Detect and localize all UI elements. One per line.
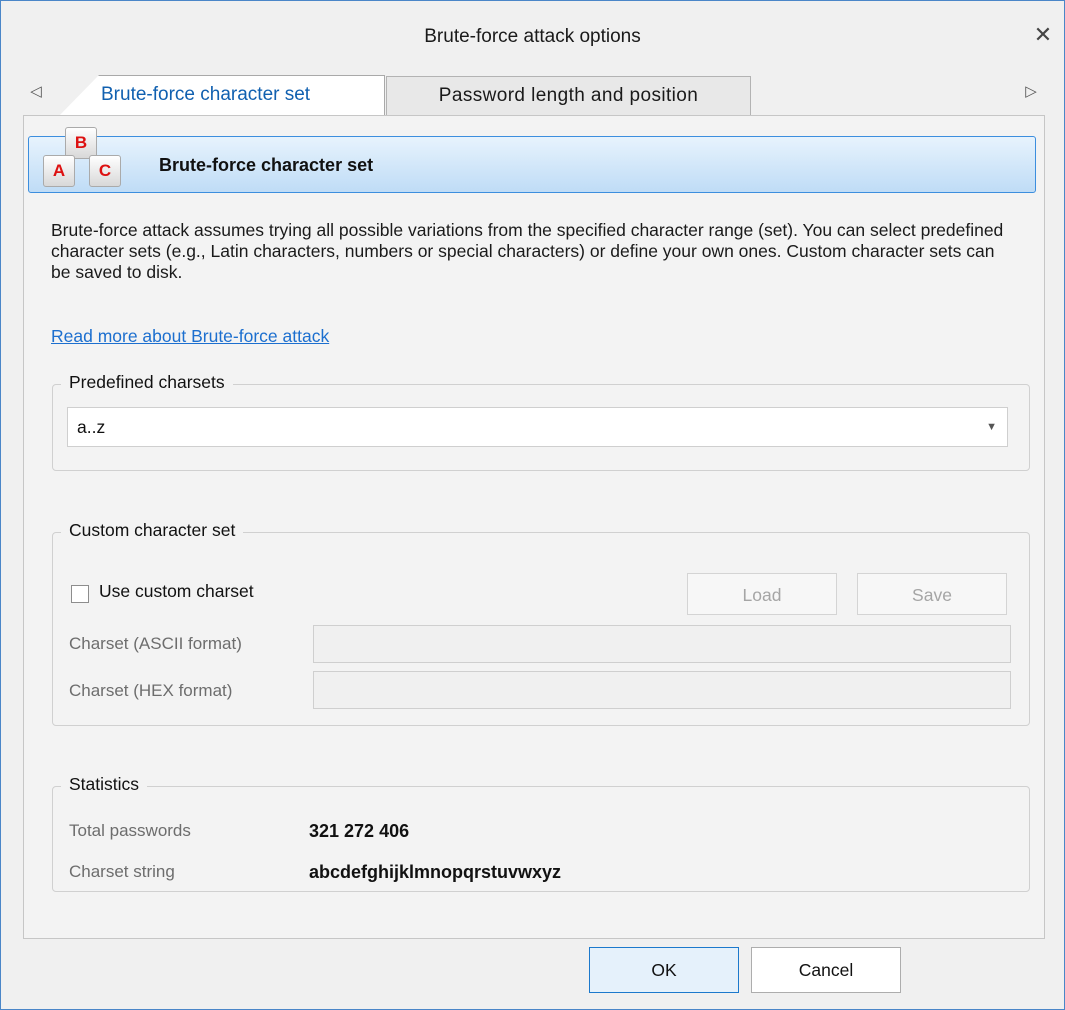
tab-scroll-right-icon[interactable]: ▷ [1018,77,1044,107]
tab-strip: ◁ Brute-force character set Password len… [1,69,1064,118]
cancel-button[interactable]: Cancel [751,947,901,993]
tab-scroll-left-icon[interactable]: ◁ [23,77,49,107]
ok-button[interactable]: OK [589,947,739,993]
total-passwords-label: Total passwords [69,821,191,840]
predefined-charset-select[interactable]: a..z ▼ [67,407,1008,447]
close-icon[interactable]: ✕ [1026,17,1060,53]
tab-content-panel: B A C Brute-force character set Brute-fo… [23,115,1045,939]
section-banner: B A C Brute-force character set [28,127,1036,193]
load-button[interactable]: Load [687,573,837,615]
window-title: Brute-force attack options [424,26,641,47]
charset-string-value: abcdefghijklmnopqrstuvwxyz [309,862,562,882]
title-bar: Brute-force attack options ✕ [1,1,1064,69]
custom-character-set-title: Custom character set [61,520,244,541]
charset-hex-label: Charset (HEX format) [69,681,233,700]
charset-hex-field[interactable] [313,671,1011,709]
charset-ascii-field[interactable] [313,625,1011,663]
predefined-charsets-title: Predefined charsets [61,372,233,393]
banner-title: Brute-force character set [159,155,374,175]
predefined-charset-value: a..z [77,417,106,437]
charset-string-label: Charset string [69,862,175,881]
total-passwords-value: 321 272 406 [309,821,410,841]
predefined-charsets-group: Predefined charsets a..z ▼ [52,372,1030,471]
statistics-group: Statistics Total passwords 321 272 406 C… [52,774,1030,892]
read-more-link[interactable]: Read more about Brute-force attack [51,326,329,347]
use-custom-charset-checkbox[interactable] [71,585,89,603]
key-a: A [43,155,75,187]
chevron-down-icon: ▼ [986,421,997,433]
description-text: Brute-force attack assumes trying all po… [51,220,1004,282]
tab-brute-force-character-set[interactable]: Brute-force character set [101,75,391,115]
key-c: C [89,155,121,187]
save-button[interactable]: Save [857,573,1007,615]
tab-password-length-and-position[interactable]: Password length and position [386,76,751,115]
custom-character-set-group: Custom character set Use custom charset … [52,520,1030,726]
abc-keys-icon: B A C [29,123,121,193]
use-custom-charset-label[interactable]: Use custom charset [99,581,254,602]
statistics-title: Statistics [61,774,148,795]
dialog-window: Brute-force attack options ✕ ◁ Brute-for… [0,0,1065,1010]
charset-ascii-label: Charset (ASCII format) [69,634,242,653]
